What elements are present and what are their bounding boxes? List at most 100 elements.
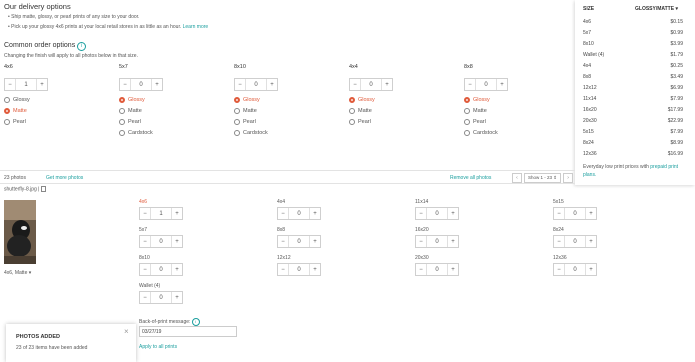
- finish-option-cardstock[interactable]: Cardstock: [119, 128, 153, 138]
- photo-size-12-stepper[interactable]: −0 +: [139, 291, 183, 304]
- plus-button[interactable]: +: [382, 79, 392, 90]
- radio-icon[interactable]: [349, 108, 355, 114]
- finish-option-glossy[interactable]: Glossy: [349, 95, 375, 105]
- radio-icon[interactable]: [4, 97, 10, 103]
- quantity-value[interactable]: 0: [288, 236, 310, 247]
- get-more-photos-link[interactable]: Get more photos: [46, 175, 83, 181]
- photo-size-8-stepper[interactable]: −0 +: [139, 263, 183, 276]
- minus-button[interactable]: −: [140, 236, 150, 247]
- photo-size-0-stepper[interactable]: −1 +: [139, 207, 183, 220]
- finish-option-glossy[interactable]: Glossy: [4, 95, 30, 105]
- radio-icon[interactable]: [234, 108, 240, 114]
- finish-option-glossy[interactable]: Glossy: [464, 95, 490, 105]
- radio-icon[interactable]: [464, 108, 470, 114]
- radio-icon[interactable]: [349, 97, 355, 103]
- finish-option-pearl[interactable]: Pearl: [464, 117, 486, 127]
- photo-size-9-stepper[interactable]: −0 +: [277, 263, 321, 276]
- apply-to-all-link[interactable]: Apply to all prints: [139, 344, 177, 350]
- finish-option-cardstock[interactable]: Cardstock: [234, 128, 268, 138]
- plus-button[interactable]: +: [448, 264, 458, 275]
- minus-button[interactable]: −: [278, 236, 288, 247]
- radio-icon[interactable]: [234, 119, 240, 125]
- quantity-value[interactable]: 0: [426, 236, 448, 247]
- finish-option-matte[interactable]: Matte: [119, 106, 142, 116]
- plus-button[interactable]: +: [586, 208, 596, 219]
- quantity-value[interactable]: 1: [15, 79, 37, 90]
- minus-button[interactable]: −: [5, 79, 15, 90]
- minus-button[interactable]: −: [140, 264, 150, 275]
- plus-button[interactable]: +: [497, 79, 507, 90]
- minus-button[interactable]: −: [416, 264, 426, 275]
- quantity-value[interactable]: 0: [475, 79, 497, 90]
- photo-size-7-stepper[interactable]: −0 +: [553, 235, 597, 248]
- trash-icon[interactable]: [40, 186, 46, 192]
- plus-button[interactable]: +: [172, 236, 182, 247]
- quantity-value[interactable]: 0: [150, 292, 172, 303]
- plus-button[interactable]: +: [267, 79, 277, 90]
- plus-button[interactable]: +: [310, 236, 320, 247]
- quantity-value[interactable]: 0: [150, 236, 172, 247]
- finish-option-matte[interactable]: Matte: [234, 106, 257, 116]
- radio-icon[interactable]: [4, 108, 10, 114]
- plus-button[interactable]: +: [172, 292, 182, 303]
- photo-size-11-stepper[interactable]: −0 +: [553, 263, 597, 276]
- page-size-select[interactable]: Show 1 - 23 ⇕: [524, 173, 562, 183]
- common-0-stepper[interactable]: −1 +: [4, 78, 48, 91]
- photo-size-4-stepper[interactable]: −0 +: [139, 235, 183, 248]
- quantity-value[interactable]: 0: [564, 208, 586, 219]
- plus-button[interactable]: +: [310, 264, 320, 275]
- minus-button[interactable]: −: [140, 208, 150, 219]
- common-2-stepper[interactable]: −0 +: [234, 78, 278, 91]
- plus-button[interactable]: +: [448, 208, 458, 219]
- quantity-value[interactable]: 0: [288, 264, 310, 275]
- next-page-icon[interactable]: ›: [563, 173, 574, 183]
- quantity-value[interactable]: 0: [564, 264, 586, 275]
- photo-thumbnail[interactable]: [4, 200, 36, 264]
- finish-option-pearl[interactable]: Pearl: [119, 117, 141, 127]
- finish-option-matte[interactable]: Matte: [464, 106, 487, 116]
- quantity-value[interactable]: 0: [360, 79, 382, 90]
- finish-option-matte[interactable]: Matte: [349, 106, 372, 116]
- quantity-value[interactable]: 0: [245, 79, 267, 90]
- prev-page-icon[interactable]: ‹: [512, 173, 522, 183]
- remove-all-photos-link[interactable]: Remove all photos: [450, 175, 491, 181]
- radio-icon[interactable]: [4, 119, 10, 125]
- minus-button[interactable]: −: [140, 292, 150, 303]
- quantity-value[interactable]: 0: [564, 236, 586, 247]
- minus-button[interactable]: −: [465, 79, 475, 90]
- quantity-value[interactable]: 0: [426, 264, 448, 275]
- info-icon[interactable]: i: [191, 318, 200, 326]
- minus-button[interactable]: −: [278, 208, 288, 219]
- plus-button[interactable]: +: [37, 79, 47, 90]
- radio-icon[interactable]: [119, 97, 125, 103]
- minus-button[interactable]: −: [554, 264, 564, 275]
- quantity-value[interactable]: 0: [288, 208, 310, 219]
- radio-icon[interactable]: [119, 119, 125, 125]
- common-1-stepper[interactable]: −0 +: [119, 78, 163, 91]
- photo-size-1-stepper[interactable]: −0 +: [277, 207, 321, 220]
- plus-button[interactable]: +: [172, 208, 182, 219]
- radio-icon[interactable]: [464, 97, 470, 103]
- photo-size-2-stepper[interactable]: −0 +: [415, 207, 459, 220]
- photo-size-10-stepper[interactable]: −0 +: [415, 263, 459, 276]
- radio-icon[interactable]: [119, 130, 125, 136]
- minus-button[interactable]: −: [554, 208, 564, 219]
- quantity-value[interactable]: 0: [130, 79, 152, 90]
- radio-icon[interactable]: [464, 130, 470, 136]
- plus-button[interactable]: +: [172, 264, 182, 275]
- quantity-value[interactable]: 1: [150, 208, 172, 219]
- radio-icon[interactable]: [234, 97, 240, 103]
- minus-button[interactable]: −: [278, 264, 288, 275]
- radio-icon[interactable]: [349, 119, 355, 125]
- finish-option-glossy[interactable]: Glossy: [119, 95, 145, 105]
- radio-icon[interactable]: [119, 108, 125, 114]
- minus-button[interactable]: −: [235, 79, 245, 90]
- learn-more-link[interactable]: Learn more: [183, 24, 209, 30]
- photo-size-6-stepper[interactable]: −0 +: [415, 235, 459, 248]
- radio-icon[interactable]: [464, 119, 470, 125]
- finish-option-pearl[interactable]: Pearl: [4, 117, 26, 127]
- finish-option-cardstock[interactable]: Cardstock: [464, 128, 498, 138]
- quantity-value[interactable]: 0: [150, 264, 172, 275]
- photo-caption[interactable]: 4x6, Matte ▾: [4, 270, 31, 276]
- minus-button[interactable]: −: [416, 236, 426, 247]
